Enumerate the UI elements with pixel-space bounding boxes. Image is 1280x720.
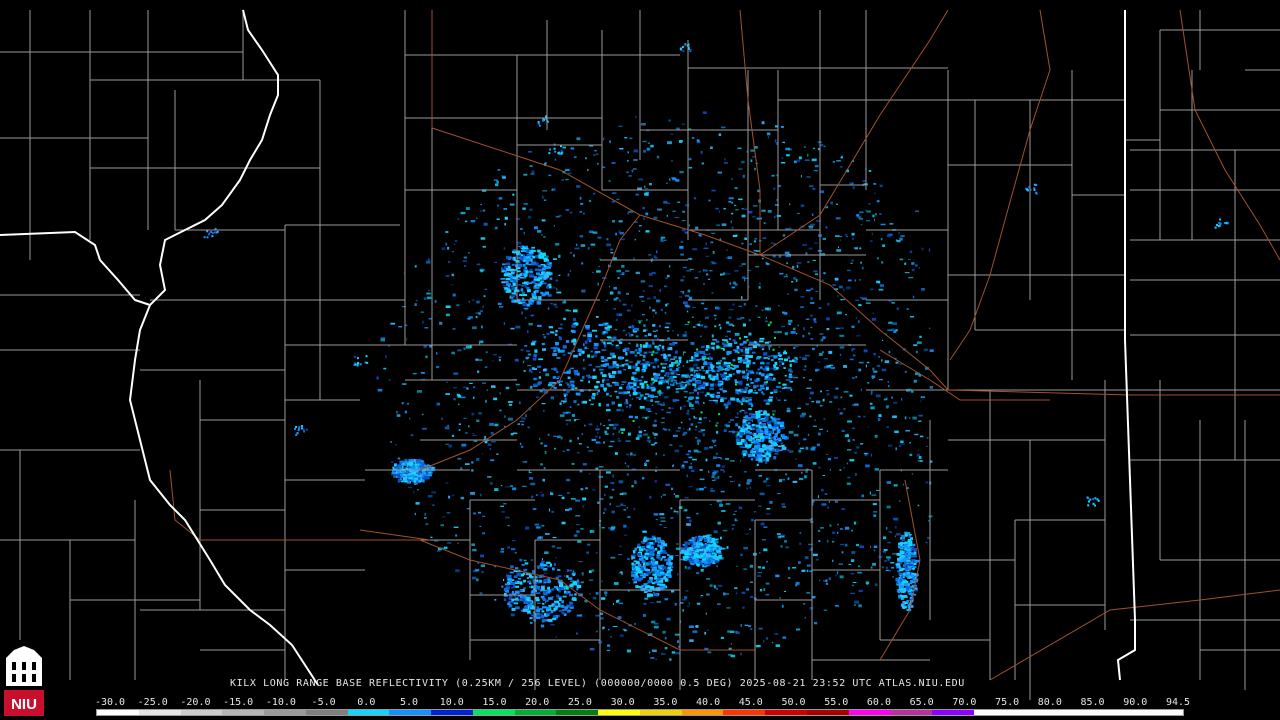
radar-map	[0, 0, 1280, 720]
radar-map-view: KILX LONG RANGE BASE REFLECTIVITY (0.25K…	[0, 0, 1280, 720]
color-swatch	[472, 710, 515, 715]
scale-label: 80.0	[1037, 697, 1062, 708]
scale-label: -10.0	[265, 697, 296, 708]
scale-label: 10.0	[439, 697, 464, 708]
product-title: KILX LONG RANGE BASE REFLECTIVITY (0.25K…	[230, 678, 965, 689]
scale-label: 50.0	[781, 697, 806, 708]
color-swatch	[598, 710, 640, 715]
color-swatch	[514, 710, 557, 715]
scale-label: 85.0	[1080, 697, 1105, 708]
scale-label: -20.0	[180, 697, 211, 708]
scale-label: 0.0	[357, 697, 376, 708]
niu-logo: NIU	[2, 646, 46, 718]
color-swatch	[1099, 710, 1142, 715]
color-swatch	[765, 710, 808, 715]
color-swatch	[180, 710, 223, 715]
color-swatch	[890, 710, 933, 715]
scale-label: 20.0	[525, 697, 550, 708]
scale-label: 75.0	[995, 697, 1020, 708]
color-swatch	[97, 710, 139, 715]
color-swatch	[556, 710, 599, 715]
scale-label: 90.0	[1123, 697, 1148, 708]
color-swatch	[1141, 710, 1183, 715]
color-swatch	[723, 710, 766, 715]
color-swatch	[264, 710, 306, 715]
reflectivity-color-bar	[96, 709, 1184, 716]
scale-label: 94.5	[1165, 697, 1191, 708]
color-swatch	[431, 710, 473, 715]
color-swatch	[974, 710, 1016, 715]
color-swatch	[639, 710, 682, 715]
scale-label: 70.0	[952, 697, 977, 708]
color-swatch	[848, 710, 891, 715]
color-swatch	[932, 710, 975, 715]
scale-label: 55.0	[824, 697, 849, 708]
color-swatch	[1057, 710, 1100, 715]
color-swatch	[389, 710, 432, 715]
scale-label: -25.0	[137, 697, 168, 708]
color-swatch	[305, 710, 348, 715]
color-swatch	[807, 710, 849, 715]
scale-label: 45.0	[738, 697, 763, 708]
logo-text: NIU	[11, 696, 37, 713]
color-swatch	[681, 710, 724, 715]
scale-label: 15.0	[482, 697, 507, 708]
color-swatch	[347, 710, 390, 715]
scale-label: 60.0	[866, 697, 891, 708]
scale-label: 30.0	[610, 697, 635, 708]
color-swatch	[222, 710, 265, 715]
color-swatch	[138, 710, 181, 715]
scale-label: -15.0	[223, 697, 254, 708]
color-swatch	[1015, 710, 1058, 715]
scale-labels: -30.0 -25.0 -20.0 -15.0 -10.0 -5.0 0.0 5.0 10.0 1…	[92, 697, 1202, 709]
scale-label: 25.0	[567, 697, 592, 708]
scale-label: 65.0	[909, 697, 934, 708]
scale-label: 5.0	[400, 697, 419, 708]
scale-label: 40.0	[696, 697, 721, 708]
scale-label: 35.0	[653, 697, 678, 708]
scale-label: -30.0	[94, 697, 126, 708]
scale-label: -5.0	[311, 697, 336, 708]
